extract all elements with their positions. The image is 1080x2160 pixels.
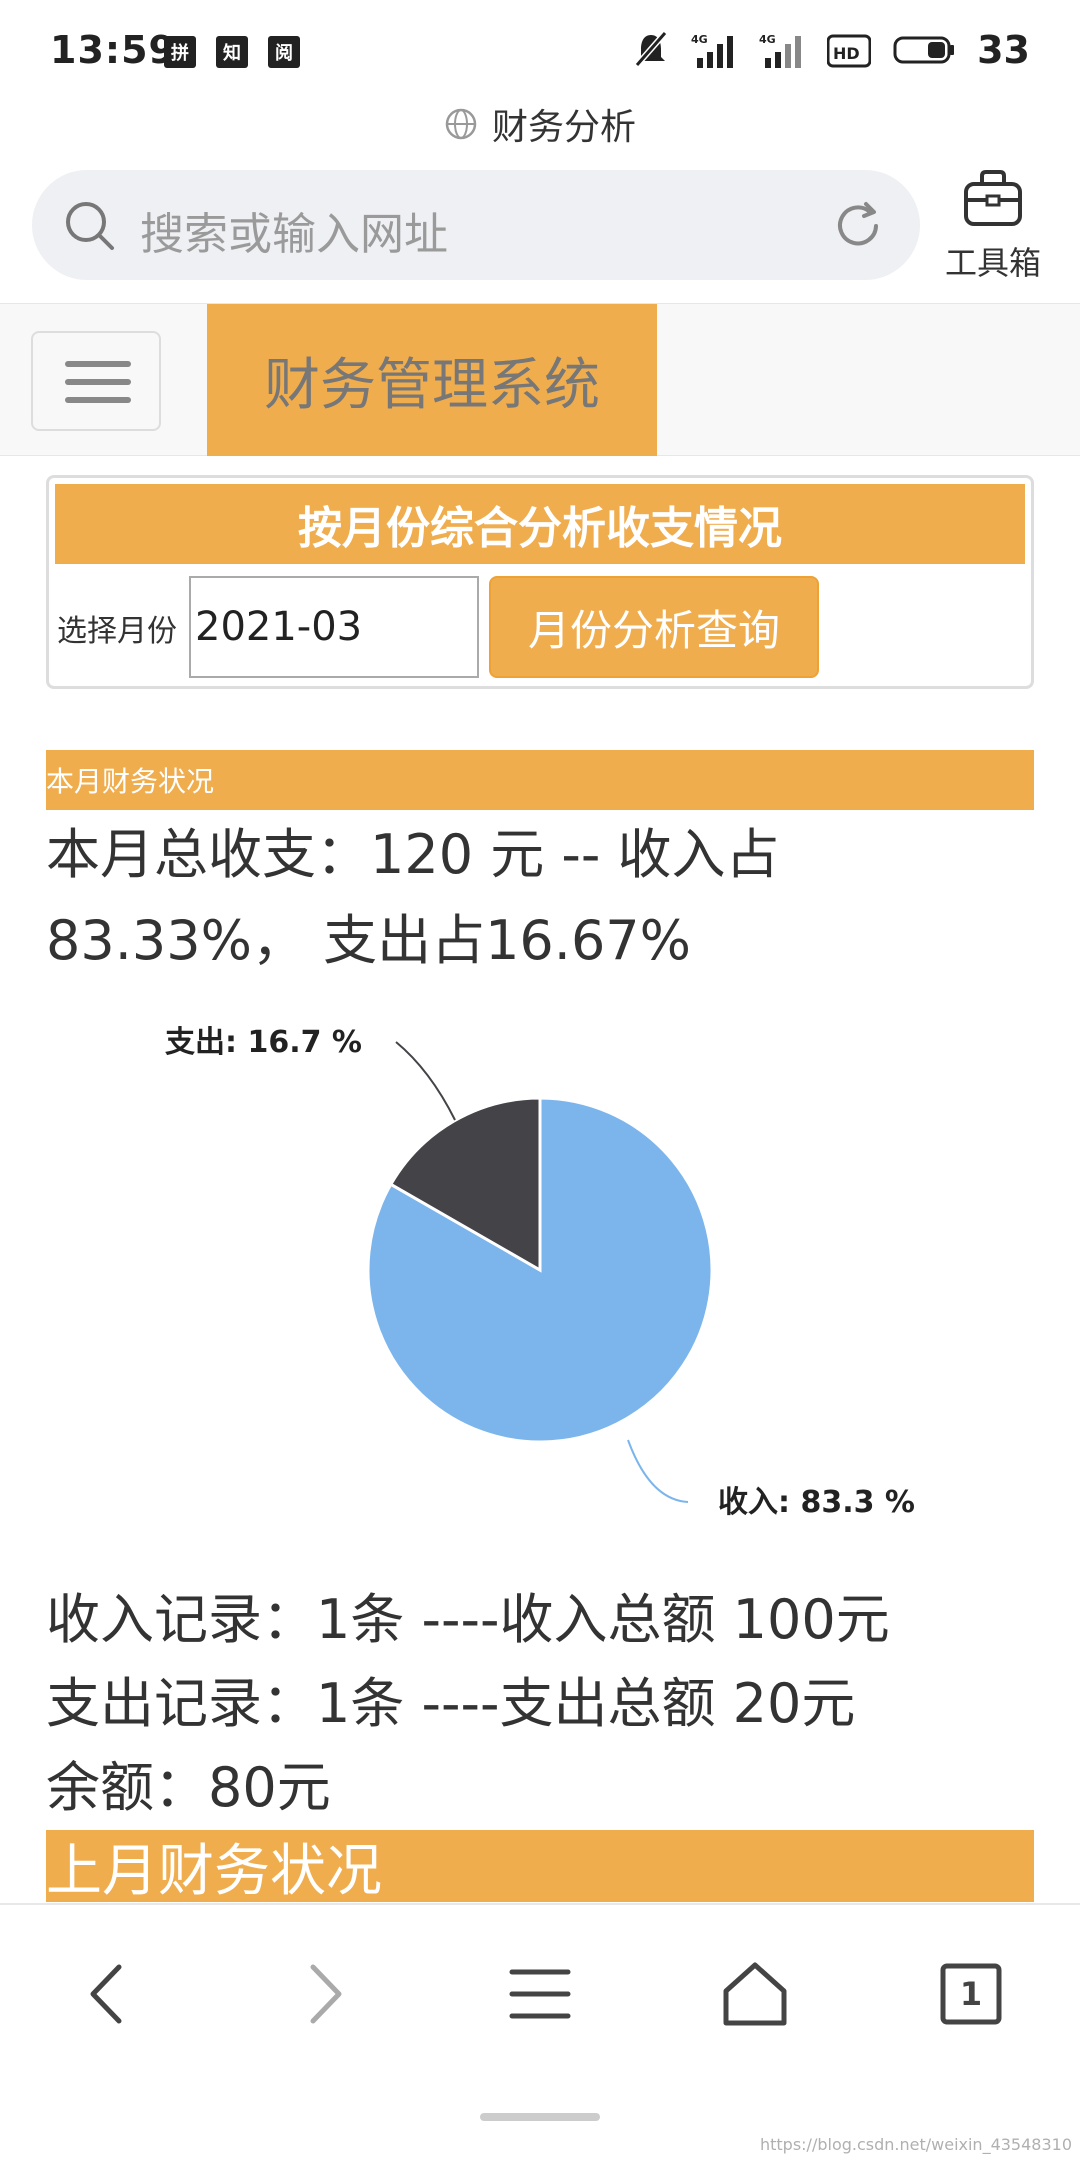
month-input[interactable] xyxy=(189,576,479,678)
globe-icon xyxy=(445,108,477,140)
page-title-text: 财务分析 xyxy=(491,107,636,148)
home-icon xyxy=(723,1962,787,2026)
query-panel: 按月份综合分析收支情况 选择月份 月份分析查询 xyxy=(46,475,1034,689)
menu-bar-icon xyxy=(65,361,131,367)
home-button[interactable] xyxy=(710,1949,800,2039)
chevron-right-icon xyxy=(310,1964,342,2024)
menu-bar-icon xyxy=(65,397,131,403)
reload-icon[interactable] xyxy=(830,198,886,254)
address-input-placeholder[interactable]: 搜索或输入网址 xyxy=(140,198,448,262)
browser-bottom-bar: 1 https://blog.csdn.net/weixin_43548310 xyxy=(0,1903,1080,2160)
mute-bell-icon xyxy=(634,31,668,67)
battery-icon xyxy=(893,36,955,64)
brand-link[interactable]: 财务管理系统 xyxy=(207,304,657,456)
pie-label-income: 收入: 83.3 % xyxy=(718,1485,915,1520)
pinduoduo-app-icon: 拼 xyxy=(164,36,196,68)
forward-button[interactable] xyxy=(280,1949,370,2039)
balance: 余额：80元 xyxy=(46,1756,331,1819)
menu-button[interactable] xyxy=(495,1949,585,2039)
hd-voice-icon: HD xyxy=(827,34,872,68)
income-records: 收入记录：1条 ----收入总额 100元 xyxy=(46,1588,890,1651)
page-title: 财务分析 xyxy=(0,98,1080,150)
zhihu-app-icon: 知 xyxy=(216,36,248,68)
pie-label-expense: 支出: 16.7 % xyxy=(165,1025,362,1060)
menu-toggle-button[interactable] xyxy=(31,331,161,431)
gesture-bar xyxy=(480,2113,600,2121)
menu-bar-icon xyxy=(65,379,131,385)
last-month-section-title: 上月财务状况 xyxy=(46,1830,1034,1904)
battery-level: 33 xyxy=(977,28,1030,72)
toolbox-button[interactable]: 工具箱 xyxy=(938,166,1048,284)
summary-line-2: 83.33%， 支出占16.67% xyxy=(46,909,691,972)
month-select-label: 选择月份 xyxy=(57,614,177,649)
svg-text:4G: 4G xyxy=(691,33,708,46)
address-bar[interactable]: 搜索或输入网址 xyxy=(32,170,920,280)
svg-text:HD: HD xyxy=(833,44,860,63)
reader-app-icon: 阅 xyxy=(268,36,300,68)
chevron-left-icon xyxy=(90,1964,122,2024)
tab-count: 1 xyxy=(959,1975,983,2013)
toolbox-label: 工具箱 xyxy=(944,244,1041,282)
month-summary: 本月总收支：120 元 -- 收入占 83.33%， 支出占16.67% xyxy=(46,812,1046,984)
pie-connector-expense xyxy=(395,1041,456,1121)
status-bar: 13:59 拼 知 阅 4G 4G HD 33 xyxy=(0,0,1080,100)
summary-line-1: 本月总收支：120 元 -- 收入占 xyxy=(46,823,780,886)
watermark: https://blog.csdn.net/weixin_43548310 xyxy=(759,2135,1072,2154)
signal-4g-icon-2: 4G xyxy=(759,33,802,68)
income-expense-pie-chart: 收入: 83.3 % 支出: 16.7 % xyxy=(165,1025,915,1520)
pie-connector-income xyxy=(627,1439,689,1503)
back-button[interactable] xyxy=(62,1949,152,2039)
query-panel-heading: 按月份综合分析收支情况 xyxy=(55,484,1025,564)
month-stats: 收入记录：1条 ----收入总额 100元 支出记录：1条 ----支出总额 2… xyxy=(46,1578,1046,1830)
toolbox-icon xyxy=(964,170,1022,226)
tabs-button[interactable]: 1 xyxy=(926,1949,1016,2039)
current-month-section-title: 本月财务状况 xyxy=(46,750,1034,810)
svg-text:4G: 4G xyxy=(759,33,776,46)
menu-icon xyxy=(509,1969,571,2019)
site-navbar: 财务管理系统 xyxy=(0,303,1080,456)
search-icon xyxy=(66,202,114,250)
clock: 13:59 xyxy=(50,28,176,72)
expense-records: 支出记录：1条 ----支出总额 20元 xyxy=(46,1672,856,1735)
month-query-button[interactable]: 月份分析查询 xyxy=(489,576,819,678)
status-icons: 4G 4G HD 33 xyxy=(633,28,1030,72)
signal-4g-icon: 4G xyxy=(691,33,734,68)
